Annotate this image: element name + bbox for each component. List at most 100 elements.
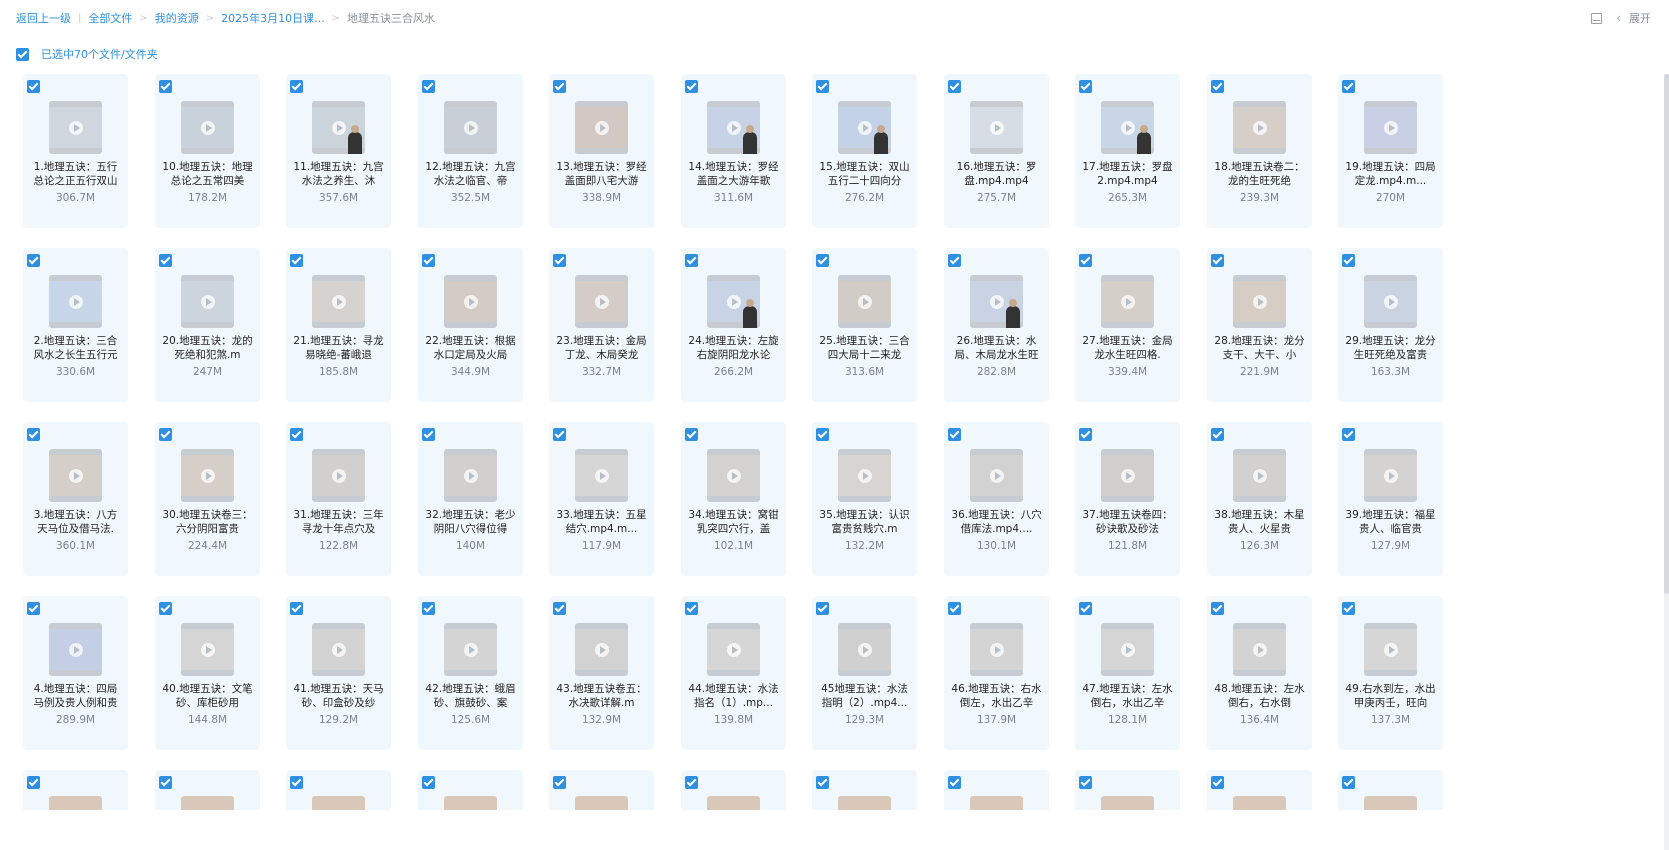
- video-thumbnail[interactable]: [49, 449, 102, 502]
- file-checkbox[interactable]: [159, 776, 172, 789]
- video-thumbnail[interactable]: [575, 449, 628, 502]
- back-link[interactable]: 返回上一级: [16, 10, 71, 26]
- video-thumbnail[interactable]: [838, 623, 891, 676]
- file-checkbox[interactable]: [159, 428, 172, 441]
- file-name[interactable]: 38.地理五诀：木星贵人、火星贵: [1213, 508, 1306, 536]
- file-card[interactable]: 49.右水到左，水出甲庚丙壬，旺向 137.3M: [1338, 596, 1443, 750]
- video-thumbnail[interactable]: [838, 275, 891, 328]
- file-checkbox[interactable]: [290, 428, 303, 441]
- file-name[interactable]: 15.地理五诀：双山五行二十四向分: [818, 160, 911, 188]
- file-name[interactable]: 22.地理五诀：根据水口定局及火局: [424, 334, 517, 362]
- file-checkbox[interactable]: [1211, 602, 1224, 615]
- file-checkbox[interactable]: [685, 428, 698, 441]
- file-checkbox[interactable]: [816, 428, 829, 441]
- video-thumbnail[interactable]: [707, 449, 760, 502]
- file-name[interactable]: 14.地理五诀：罗经盖面之大游年歌: [687, 160, 780, 188]
- file-card[interactable]: [23, 770, 128, 810]
- file-card[interactable]: 44.地理五诀：水法指名（1）.mp... 139.8M: [681, 596, 786, 750]
- scrollbar-thumb[interactable]: [1664, 74, 1669, 594]
- file-card[interactable]: [944, 770, 1049, 810]
- file-name[interactable]: 44.地理五诀：水法指名（1）.mp...: [687, 682, 780, 710]
- video-thumbnail[interactable]: [575, 275, 628, 328]
- video-thumbnail[interactable]: [444, 623, 497, 676]
- file-name[interactable]: 24.地理五诀：左旋右旋阴阳龙水论: [687, 334, 780, 362]
- file-checkbox[interactable]: [1079, 80, 1092, 93]
- file-checkbox[interactable]: [948, 776, 961, 789]
- file-card[interactable]: 13.地理五诀：罗经盖面即八宅大游 338.9M: [549, 74, 654, 228]
- video-thumbnail[interactable]: [970, 796, 1023, 810]
- video-thumbnail[interactable]: [1233, 101, 1286, 154]
- file-card[interactable]: 39.地理五诀：福星贵人、临官贵 127.9M: [1338, 422, 1443, 576]
- file-name[interactable]: 17.地理五诀：罗盘2.mp4.mp4: [1081, 160, 1174, 188]
- file-name[interactable]: 16.地理五诀：罗盘.mp4.mp4: [950, 160, 1043, 188]
- file-card[interactable]: [1075, 770, 1180, 810]
- file-card[interactable]: 4.地理五诀：四局马例及贵人例和贵 289.9M: [23, 596, 128, 750]
- file-name[interactable]: 46.地理五诀：右水倒左，水出乙辛: [950, 682, 1043, 710]
- video-thumbnail[interactable]: [707, 275, 760, 328]
- file-name[interactable]: 12.地理五诀：九宫水法之临官、帝: [424, 160, 517, 188]
- video-thumbnail[interactable]: [1364, 101, 1417, 154]
- video-thumbnail[interactable]: [838, 449, 891, 502]
- file-card[interactable]: [1338, 770, 1443, 810]
- file-checkbox[interactable]: [1079, 428, 1092, 441]
- file-checkbox[interactable]: [1342, 428, 1355, 441]
- file-name[interactable]: 30.地理五诀卷三：六分阴阳富贵: [161, 508, 254, 536]
- file-checkbox[interactable]: [1342, 254, 1355, 267]
- file-card[interactable]: 2.地理五诀：三合风水之长生五行元 330.6M: [23, 248, 128, 402]
- video-thumbnail[interactable]: [1233, 623, 1286, 676]
- file-checkbox[interactable]: [816, 602, 829, 615]
- file-name[interactable]: 19.地理五诀：四局定龙.mp4.m...: [1344, 160, 1437, 188]
- file-name[interactable]: 28.地理五诀：龙分支干、大干、小: [1213, 334, 1306, 362]
- file-card[interactable]: 16.地理五诀：罗盘.mp4.mp4 275.7M: [944, 74, 1049, 228]
- video-thumbnail[interactable]: [707, 796, 760, 810]
- file-checkbox[interactable]: [816, 776, 829, 789]
- file-name[interactable]: 1.地理五诀：五行总论之正五行双山: [29, 160, 122, 188]
- file-card[interactable]: 26.地理五诀：水局、木局龙水生旺 282.8M: [944, 248, 1049, 402]
- video-thumbnail[interactable]: [1364, 449, 1417, 502]
- file-card[interactable]: [155, 770, 260, 810]
- file-checkbox[interactable]: [159, 254, 172, 267]
- file-card[interactable]: [418, 770, 523, 810]
- file-checkbox[interactable]: [290, 776, 303, 789]
- file-checkbox[interactable]: [290, 254, 303, 267]
- file-card[interactable]: 43.地理五诀卷五：水决歌详解.m 132.9M: [549, 596, 654, 750]
- file-name[interactable]: 20.地理五诀：龙的死绝和犯煞.m: [161, 334, 254, 362]
- file-checkbox[interactable]: [1211, 428, 1224, 441]
- file-card[interactable]: 21.地理五诀：寻龙易晓绝-蕃峨退 185.8M: [286, 248, 391, 402]
- file-checkbox[interactable]: [1211, 254, 1224, 267]
- file-checkbox[interactable]: [290, 80, 303, 93]
- video-thumbnail[interactable]: [970, 275, 1023, 328]
- file-card[interactable]: [1207, 770, 1312, 810]
- file-card[interactable]: 27.地理五诀：金局龙水生旺四格. 339.4M: [1075, 248, 1180, 402]
- file-card[interactable]: 45地理五诀：水法指明（2）.mp4... 129.3M: [812, 596, 917, 750]
- video-thumbnail[interactable]: [444, 101, 497, 154]
- file-name[interactable]: 13.地理五诀：罗经盖面即八宅大游: [555, 160, 648, 188]
- video-thumbnail[interactable]: [1101, 796, 1154, 810]
- video-thumbnail[interactable]: [1364, 623, 1417, 676]
- file-checkbox[interactable]: [553, 602, 566, 615]
- video-thumbnail[interactable]: [312, 449, 365, 502]
- file-name[interactable]: 4.地理五诀：四局马例及贵人例和贵: [29, 682, 122, 710]
- file-checkbox[interactable]: [948, 428, 961, 441]
- video-thumbnail[interactable]: [1233, 449, 1286, 502]
- file-checkbox[interactable]: [290, 602, 303, 615]
- file-checkbox[interactable]: [948, 602, 961, 615]
- file-name[interactable]: 31.地理五诀：三年寻龙十年点穴及: [292, 508, 385, 536]
- video-thumbnail[interactable]: [707, 101, 760, 154]
- file-name[interactable]: 21.地理五诀：寻龙易晓绝-蕃峨退: [292, 334, 385, 362]
- file-name[interactable]: 49.右水到左，水出甲庚丙壬，旺向: [1344, 682, 1437, 710]
- file-checkbox[interactable]: [27, 602, 40, 615]
- file-name[interactable]: 11.地理五诀：九宫水法之养生、沐: [292, 160, 385, 188]
- file-checkbox[interactable]: [1079, 254, 1092, 267]
- file-card[interactable]: [812, 770, 917, 810]
- file-card[interactable]: 34.地理五诀：窝钳乳突四穴行，盖 102.1M: [681, 422, 786, 576]
- file-card[interactable]: 47.地理五诀：左水倒右，水出乙辛 128.1M: [1075, 596, 1180, 750]
- file-card[interactable]: 1.地理五诀：五行总论之正五行双山 306.7M: [23, 74, 128, 228]
- file-name[interactable]: 43.地理五诀卷五：水决歌详解.m: [555, 682, 648, 710]
- video-thumbnail[interactable]: [970, 101, 1023, 154]
- file-name[interactable]: 23.地理五诀：金局丁龙、木局癸龙: [555, 334, 648, 362]
- file-checkbox[interactable]: [27, 254, 40, 267]
- file-card[interactable]: 3.地理五诀：八方天马位及借马法. 360.1M: [23, 422, 128, 576]
- file-card[interactable]: 17.地理五诀：罗盘2.mp4.mp4 265.3M: [1075, 74, 1180, 228]
- video-thumbnail[interactable]: [575, 101, 628, 154]
